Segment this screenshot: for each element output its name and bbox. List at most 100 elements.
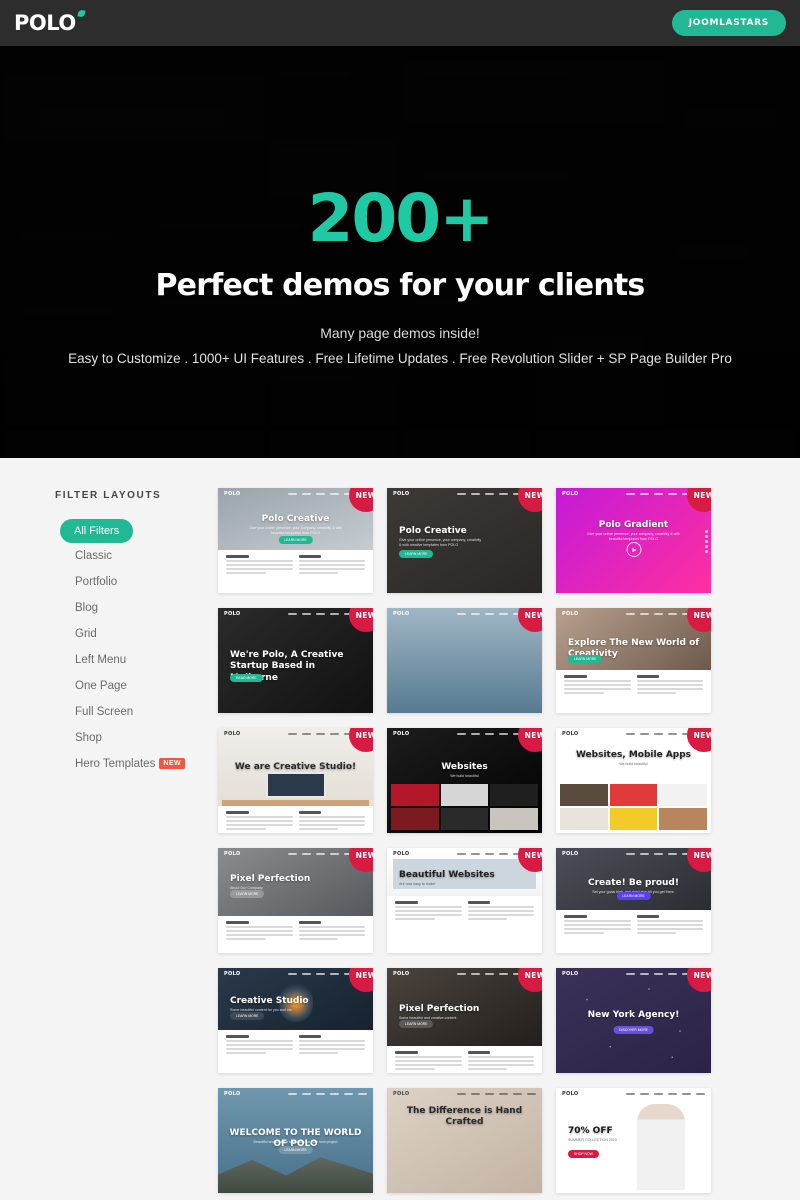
preview-title: Polo Creative — [261, 514, 330, 524]
hero-features-line: Easy to Customize . 1000+ UI Features . … — [68, 351, 732, 366]
preview-title: Creative Studio — [230, 996, 309, 1006]
demo-card[interactable]: POLO WELCOME TO THE WORLD OF POLO Beautifu… — [218, 1088, 373, 1193]
preview-title: New York Agency! — [587, 1010, 680, 1020]
demo-card[interactable]: POLOCreate! Be proud!Set your goals high… — [556, 848, 711, 953]
demo-card[interactable]: POLO Beautiful Websites Are now easy to ma… — [387, 848, 542, 953]
slider-dots[interactable] — [705, 530, 708, 555]
polo-logo[interactable]: POLO — [14, 9, 86, 35]
preview-logo: POLO — [562, 1090, 579, 1097]
hero-section: 200+ Perfect demos for your clients Many… — [0, 46, 800, 458]
filter-item-label: Hero Templates — [75, 758, 156, 770]
filter-item-left-menu[interactable]: Left Menu — [55, 647, 218, 673]
preview-logo: POLO — [224, 970, 241, 977]
demo-card[interactable]: POLO Websites We build beautiful NEW — [387, 728, 542, 833]
preview-cta-button: LEARN MORE — [399, 1020, 434, 1028]
demo-preview-image: POLOExplore The New World of CreativityL… — [556, 608, 711, 713]
hero-subtitle: Many page demos inside! — [320, 325, 480, 341]
preview-subtitle: SUMMER COLLECTION 2015 — [568, 1138, 617, 1142]
demo-card[interactable]: POLO The Difference is Hand Crafted — [387, 1088, 542, 1193]
preview-title: Beautiful Websites — [399, 870, 495, 880]
filter-item-label: Blog — [75, 602, 99, 614]
preview-content-area — [218, 1030, 373, 1073]
preview-text-column — [226, 1035, 293, 1056]
preview-cta-button: LEARN MORE — [230, 890, 265, 898]
preview-subtitle: Are now easy to make! — [399, 882, 436, 886]
demo-preview-image: POLO Polo Creative Give your online presen… — [218, 488, 373, 593]
preview-title: Pixel Perfection — [399, 1004, 480, 1014]
demo-preview-image: POLO Beautiful Websites Are now easy to ma… — [387, 848, 542, 953]
preview-title: 70% OFF — [568, 1126, 613, 1136]
filter-item-all-filters[interactable]: All Filters — [60, 519, 134, 543]
demo-preview-image: POLO Polo Gradient Give your online presen… — [556, 488, 711, 593]
preview-navbar: POLO — [556, 1088, 711, 1099]
preview-logo: POLO — [562, 730, 579, 737]
filter-item-label: Left Menu — [75, 654, 127, 666]
preview-logo: POLO — [224, 730, 241, 737]
demo-card[interactable]: POLOExplore The New World of CreativityL… — [556, 608, 711, 713]
preview-text-column — [564, 675, 631, 696]
hero-demo-count: 200+ — [307, 180, 494, 257]
filter-item-grid[interactable]: Grid — [55, 621, 218, 647]
preview-logo: POLO — [224, 610, 241, 617]
filter-sidebar-title: FILTER LAYOUTS — [55, 490, 162, 501]
preview-text-column — [298, 921, 365, 942]
preview-title: The Difference is Hand Crafted — [406, 1106, 523, 1128]
preview-model-graphic — [637, 1104, 685, 1190]
preview-menu-items — [288, 1092, 367, 1095]
demo-preview-image: POLO We are Creative Studio! — [218, 728, 373, 833]
filter-item-hero-templates[interactable]: Hero Templates NEW — [55, 751, 218, 777]
preview-logo: POLO — [562, 490, 579, 497]
demo-preview-image: POLO We're Polo, A Creative Startup Based… — [218, 608, 373, 713]
preview-title: Pixel Perfection — [230, 874, 311, 884]
play-icon[interactable] — [626, 542, 641, 557]
demo-card[interactable]: POLO NEW — [387, 608, 542, 713]
preview-logo: POLO — [393, 490, 410, 497]
filter-item-portfolio[interactable]: Portfolio — [55, 569, 218, 595]
joomlastars-button[interactable]: JOOMLASTARS — [671, 10, 786, 36]
preview-logo: POLO — [393, 610, 410, 617]
preview-content-area — [556, 670, 711, 713]
filter-item-one-page[interactable]: One Page — [55, 673, 218, 699]
demo-card[interactable]: POLO 70% OFF SUMMER COLLECTION 2015 SHOP NO… — [556, 1088, 711, 1193]
demo-card[interactable]: POLO We are Creative Studio! NEW — [218, 728, 373, 833]
preview-subtitle: Beautiful and creative templates for you… — [253, 1140, 338, 1144]
preview-text-column — [226, 811, 293, 832]
preview-cta-button: LEARN MORE — [616, 892, 651, 900]
leaf-icon — [77, 9, 86, 18]
demo-card[interactable]: POLO Pixel Perfection Some beautiful and c… — [387, 968, 542, 1073]
demo-card[interactable]: POLO Polo Creative Give your online presen… — [218, 488, 373, 593]
preview-logo: POLO — [393, 1090, 410, 1097]
demo-preview-image: POLO Polo Creative Give your online presen… — [387, 488, 542, 593]
preview-text-column — [298, 811, 365, 832]
demo-card[interactable]: POLO Polo Gradient Give your online presen… — [556, 488, 711, 593]
demo-card[interactable]: POLO Websites, Mobile Apps We build beauti… — [556, 728, 711, 833]
filter-item-shop[interactable]: Shop — [55, 725, 218, 751]
preview-cta-button: LEARN MORE — [230, 1012, 265, 1020]
preview-menu-items — [457, 1092, 536, 1095]
demo-preview-image: POLO 70% OFF SUMMER COLLECTION 2015 SHOP NO… — [556, 1088, 711, 1193]
filter-item-full-screen[interactable]: Full Screen — [55, 699, 218, 725]
demo-preview-image: POLO WELCOME TO THE WORLD OF POLO Beautifu… — [218, 1088, 373, 1193]
demo-card[interactable]: POLO We're Polo, A Creative Startup Based… — [218, 608, 373, 713]
preview-text-column — [395, 1051, 462, 1072]
demo-card[interactable]: POLO Polo Creative Give your online presen… — [387, 488, 542, 593]
demo-preview-image: POLO Creative Studio Some beautiful conten… — [218, 968, 373, 1073]
demo-preview-image: POLOCreate! Be proud!Set your goals high… — [556, 848, 711, 953]
preview-text-column — [564, 915, 631, 936]
top-navigation-bar: POLO JOOMLASTARS — [0, 0, 800, 46]
preview-text-column — [636, 675, 703, 696]
demo-card[interactable]: POLO Creative Studio Some beautiful conten… — [218, 968, 373, 1073]
demo-preview-image: POLO New York Agency! DISCOVER MORE — [556, 968, 711, 1073]
preview-logo: POLO — [562, 850, 579, 857]
preview-thumbnail-grid — [391, 784, 538, 830]
preview-monitor-graphic — [265, 772, 326, 798]
preview-logo: POLO — [224, 850, 241, 857]
filter-item-classic[interactable]: Classic — [55, 543, 218, 569]
preview-text-column — [467, 901, 534, 922]
demo-card[interactable]: POLO New York Agency! DISCOVER MORE NEW — [556, 968, 711, 1073]
preview-subtitle: Give your online presence, your company,… — [399, 538, 482, 548]
preview-cta-button: LEARN MORE — [278, 1146, 313, 1154]
filter-item-blog[interactable]: Blog — [55, 595, 218, 621]
preview-title: We are Creative Studio! — [234, 762, 357, 772]
demo-card[interactable]: POLO Pixel Perfection About Our Company LEA… — [218, 848, 373, 953]
